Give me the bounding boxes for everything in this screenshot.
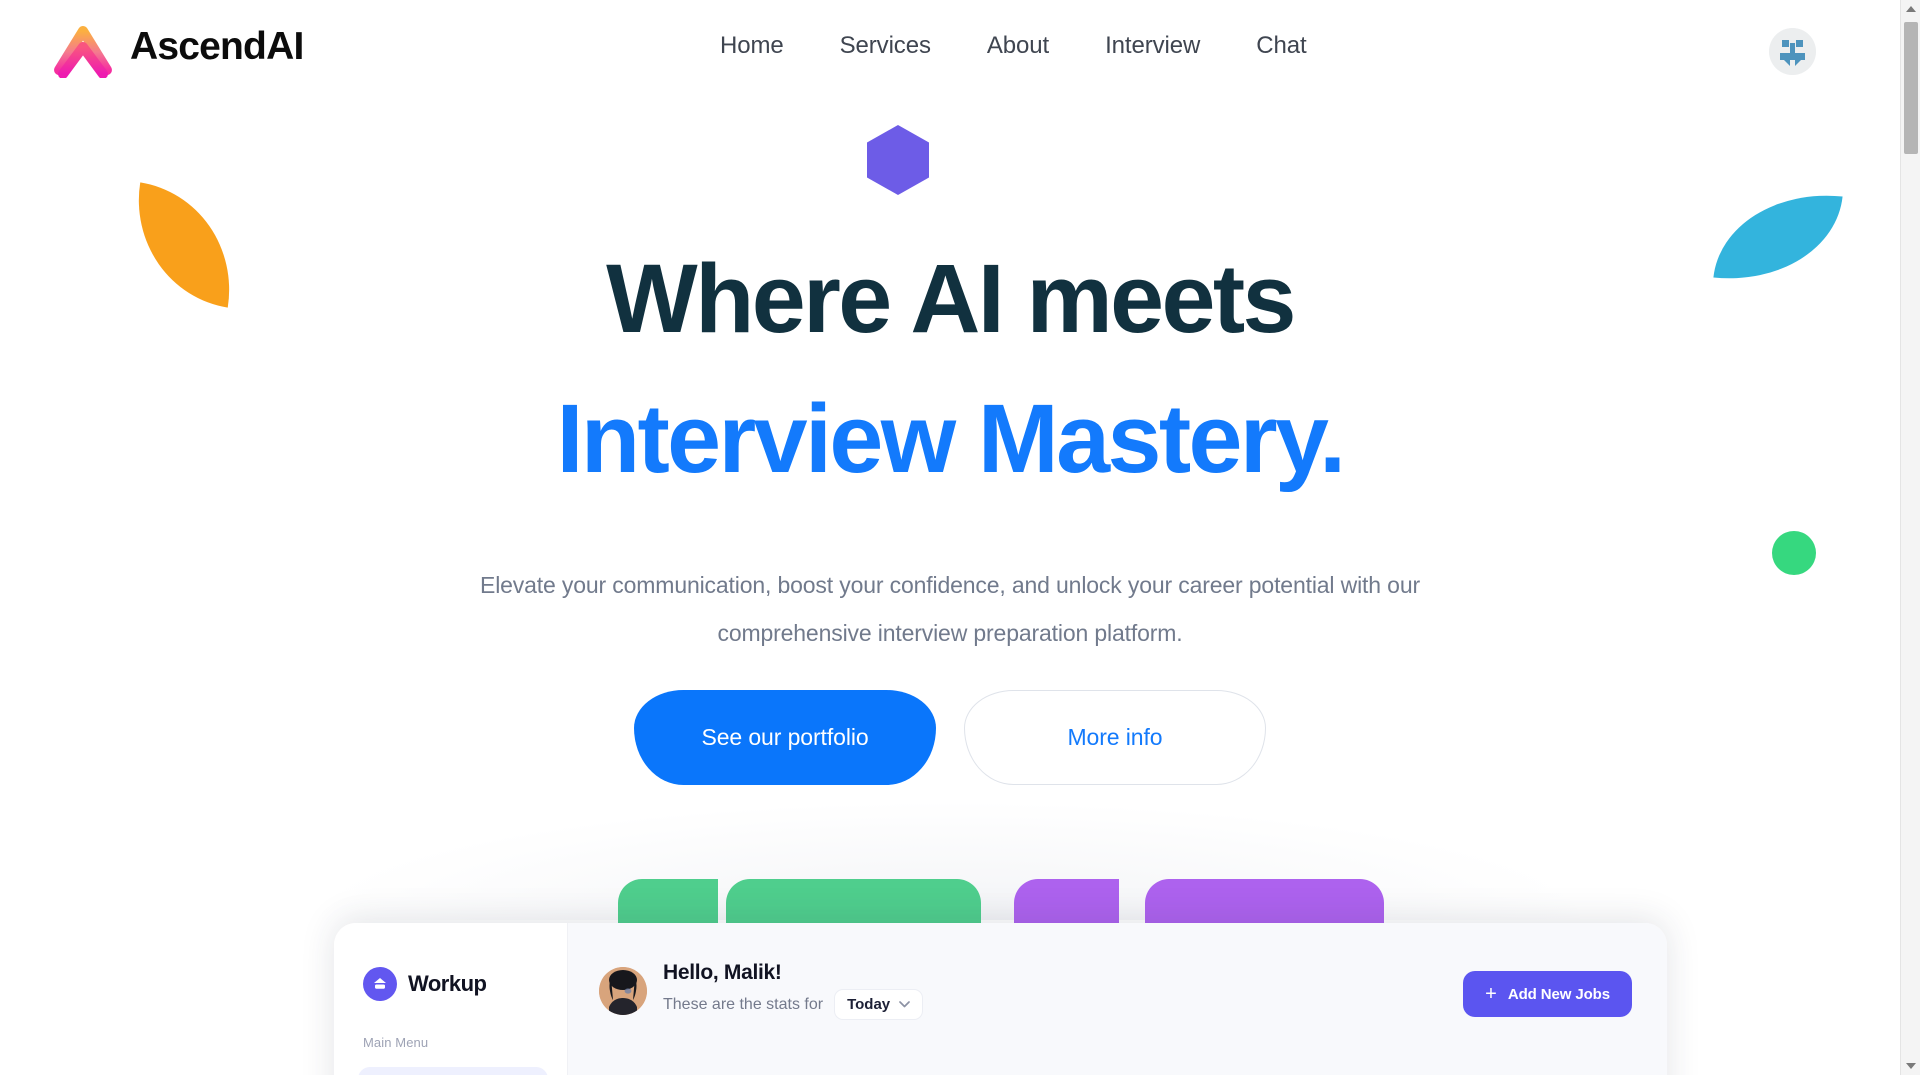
more-info-button[interactable]: More info: [964, 690, 1266, 785]
scroll-down-arrow-icon: [1906, 1063, 1916, 1069]
hero-cta-row: See our portfolio More info: [0, 690, 1900, 785]
brand-logo[interactable]: AscendAI: [50, 14, 304, 78]
scroll-down-button[interactable]: [1901, 1057, 1920, 1075]
page-canvas: AscendAI Home Services About Interview C…: [0, 0, 1900, 1075]
vertical-scrollbar[interactable]: [1900, 0, 1920, 1075]
nav-item-chat[interactable]: Chat: [1256, 32, 1306, 60]
dashboard-stats-line: These are the stats for Today: [663, 989, 924, 1020]
hexagon-decoration: [867, 125, 929, 195]
brand-name: AscendAI: [130, 24, 304, 68]
see-portfolio-button[interactable]: See our portfolio: [634, 690, 936, 785]
dashboard-user-avatar: [599, 966, 647, 1015]
scroll-up-button[interactable]: [1901, 0, 1920, 18]
nav-item-about[interactable]: About: [987, 32, 1049, 60]
dot-green-decoration: [1772, 531, 1816, 575]
browser-viewport: AscendAI Home Services About Interview C…: [0, 0, 1920, 1075]
plus-icon: +: [1485, 983, 1497, 1005]
dashboard-greeting-text: Hello, Malik! These are the stats for To…: [663, 961, 924, 1020]
dashboard-main: Hello, Malik! These are the stats for To…: [568, 923, 1667, 1075]
user-avatar-button[interactable]: [1769, 28, 1816, 75]
site-header: AscendAI Home Services About Interview C…: [0, 0, 1900, 92]
dashboard-menu-heading: Main Menu: [363, 1035, 429, 1050]
dashboard-greeting: Hello, Malik!: [663, 961, 782, 984]
dashboard-brand-name: Workup: [408, 971, 487, 996]
page-title-line-2: Interview Mastery.: [556, 384, 1346, 493]
dashboard-brand[interactable]: Workup: [363, 967, 487, 1001]
dashboard-period-value: Today: [847, 996, 891, 1013]
dashboard-sidebar: Workup Main Menu: [334, 923, 568, 1075]
add-new-jobs-label: Add New Jobs: [1507, 985, 1610, 1003]
chevron-down-icon: [899, 1001, 910, 1008]
nav-item-services[interactable]: Services: [840, 32, 931, 60]
add-new-jobs-button[interactable]: + Add New Jobs: [1463, 971, 1632, 1017]
workup-logo-icon: [363, 967, 397, 1001]
dashboard-period-select[interactable]: Today: [834, 989, 924, 1020]
scrollbar-thumb[interactable]: [1904, 22, 1918, 154]
scroll-up-arrow-icon: [1906, 6, 1916, 12]
dashboard-preview: Workup Main Menu Hello, Malik! These are…: [334, 923, 1667, 1075]
page-title-line-1: Where AI meets: [606, 244, 1296, 353]
nav-item-home[interactable]: Home: [720, 32, 784, 60]
dashboard-stats-text: These are the stats for: [663, 995, 824, 1013]
dashboard-menu-active-item[interactable]: [358, 1067, 548, 1075]
main-navigation: Home Services About Interview Chat: [720, 32, 1307, 60]
user-avatar-icon: [1769, 28, 1816, 75]
ascend-chevron-logo-icon: [54, 26, 112, 78]
hero-subtitle: Elevate your communication, boost your c…: [480, 572, 1420, 646]
nav-item-interview[interactable]: Interview: [1105, 32, 1200, 60]
dashboard-greeting-block: Hello, Malik! These are the stats for To…: [599, 961, 924, 1020]
